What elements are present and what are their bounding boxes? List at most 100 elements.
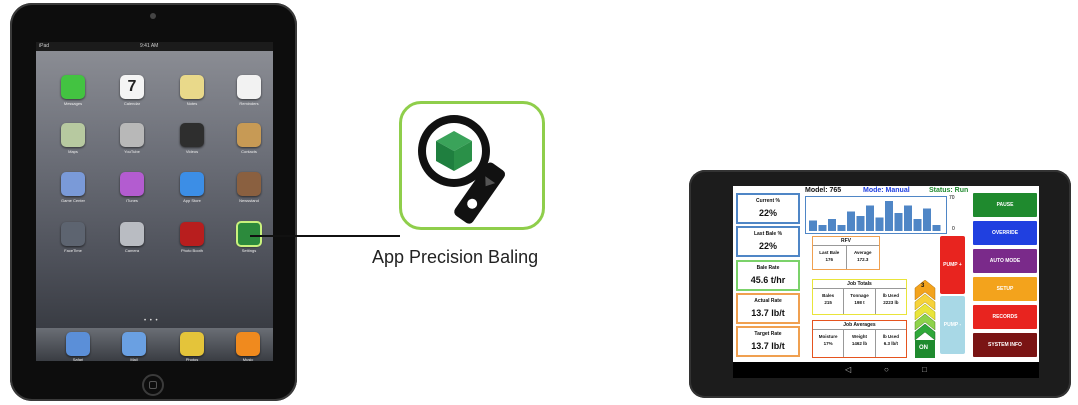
dock-icon-music[interactable]	[236, 332, 260, 356]
app-icon-contacts[interactable]	[237, 123, 261, 147]
job-totals-title: Job Totals	[813, 280, 906, 289]
app-icon-facetime[interactable]	[61, 222, 85, 246]
app-icon-videos[interactable]	[180, 123, 204, 147]
on-indicator[interactable]: ON	[919, 345, 928, 351]
job-averages-weight: Weight 1462 lb	[844, 330, 876, 357]
setup-button[interactable]: SETUP	[973, 277, 1037, 301]
system-info-button[interactable]: SYSTEM INFO	[973, 333, 1037, 357]
app-icon-game-center[interactable]	[61, 172, 85, 196]
app-icon-maps[interactable]	[61, 123, 85, 147]
camera	[150, 13, 156, 19]
job-totals-bales: Bales 215	[813, 289, 845, 314]
metric-box-target-rate: Target Rate 13.7 lb/t	[736, 326, 800, 357]
metric-label: Current %	[756, 198, 780, 204]
metric-value: 45.6 t/hr	[750, 275, 786, 285]
pause-button[interactable]: PAUSE	[973, 193, 1037, 217]
records-button[interactable]: RECORDS	[973, 305, 1037, 329]
metric-label: Actual Rate	[754, 298, 782, 304]
metric-box-last-bale: Last Bale % 22%	[736, 226, 800, 257]
job-totals-tonnage: Tonnage 198 t	[844, 289, 876, 314]
dock-label: Photos	[185, 357, 199, 361]
dock-label: Music	[242, 357, 254, 361]
app-label: FaceTime	[64, 248, 82, 253]
auto-mode-button[interactable]: AUTO MODE	[973, 249, 1037, 273]
dock-label: Safari	[72, 357, 84, 361]
app-icon-youtube[interactable]	[120, 123, 144, 147]
app-label: Reminders	[239, 101, 259, 106]
app-label: Contacts	[241, 149, 257, 154]
job-averages-lb-used: lb Used 6.3 lb/t	[882, 334, 899, 346]
metric-value: 13.7 lb/t	[751, 308, 785, 318]
level-number: 3	[921, 283, 925, 289]
status-label: Status: Run	[929, 187, 969, 194]
home-icon[interactable]: ○	[884, 365, 889, 374]
carrier-label: iPad	[39, 43, 50, 49]
dock-label: Mail	[130, 357, 138, 361]
app-label: App Store	[183, 198, 201, 203]
chart-ymin-label: 0	[952, 226, 955, 232]
app-icon-camera[interactable]	[120, 222, 144, 246]
chart-bar	[837, 225, 846, 231]
chart-bar	[923, 208, 931, 231]
recent-apps-icon[interactable]: □	[922, 365, 927, 374]
job-totals-panel: Job Totals Bales 215 Tonnage 198 t lb Used…	[812, 279, 907, 315]
chart-bar	[904, 205, 912, 231]
home-button[interactable]	[142, 374, 164, 396]
app-icon-app-store[interactable]	[180, 172, 204, 196]
app-label: Videos	[185, 149, 199, 154]
connector-line	[250, 235, 400, 237]
precision-baling-small-icon[interactable]	[236, 221, 262, 247]
app-label: YouTube	[124, 149, 140, 154]
rfv-panel: RFV Last Bale 176 Average 172.3	[812, 236, 880, 270]
chart-bar	[847, 211, 855, 231]
pump-minus-button[interactable]: PUMP -	[940, 296, 965, 354]
chart-bar	[885, 201, 893, 231]
clock-label: 9:41 AM	[140, 43, 159, 49]
app-icon-messages[interactable]	[61, 75, 85, 99]
app-label: Maps	[68, 149, 78, 154]
dock-icon-safari[interactable]	[66, 332, 90, 356]
job-averages-moisture: Moisture 17%	[813, 330, 845, 357]
metric-box-current: Current % 22%	[736, 193, 800, 224]
back-icon[interactable]: ◁	[845, 365, 851, 374]
model-label: Model: 765	[805, 187, 842, 194]
metric-label: Target Rate	[754, 331, 782, 337]
app-icon-photo-booth[interactable]	[180, 222, 204, 246]
app-label: Game Center	[60, 198, 85, 203]
chart-bar	[875, 217, 884, 231]
app-label: Settings	[241, 248, 257, 253]
bale-moisture-chart	[805, 196, 947, 234]
chart-bar	[856, 216, 865, 231]
ipad-status-bar: iPad 9:41 AM	[36, 42, 273, 51]
chart-bar	[828, 219, 836, 231]
job-totals-lb-used: lb Used 2223 lb	[882, 293, 899, 305]
mode-label: Mode: Manual	[863, 187, 910, 194]
rfv-average: Average 172.3	[853, 250, 872, 262]
dock-icon-photos[interactable]	[180, 332, 204, 356]
app-label: Camera	[124, 248, 140, 253]
app-icon-newsstand[interactable]	[237, 172, 261, 196]
app-icon-itunes[interactable]	[120, 172, 144, 196]
rfv-last-bale: Last Bale 176	[813, 246, 847, 269]
chart-bar	[809, 220, 817, 231]
chart-bar	[913, 219, 922, 231]
metric-label: Bale Rate	[756, 265, 780, 271]
metric-value: 22%	[758, 241, 777, 251]
app-icon-notes[interactable]	[180, 75, 204, 99]
app-label: Messages	[63, 101, 83, 106]
metric-label: Last Bale %	[753, 231, 783, 237]
metric-box-bale-rate: Bale Rate 45.6 t/hr	[736, 260, 800, 291]
app-label: Notes	[186, 101, 198, 106]
override-button[interactable]: OVERRIDE	[973, 221, 1037, 245]
chart-bar	[818, 225, 827, 231]
precision-baling-app-icon[interactable]	[399, 101, 545, 230]
pump-plus-button[interactable]: PUMP +	[940, 236, 965, 294]
magnifier-icon	[418, 115, 506, 224]
app-icon-reminders[interactable]	[237, 75, 261, 99]
chart-bar	[932, 225, 941, 231]
app-icon-calendar[interactable]: 7	[120, 75, 144, 99]
android-nav-bar: ◁ ○ □	[733, 362, 1039, 378]
ipad-device: iPad 9:41 AM Messages 7 Calendar Notes Remin…	[10, 3, 297, 401]
rfv-title: RFV	[813, 237, 879, 246]
dock-icon-mail[interactable]	[122, 332, 146, 356]
